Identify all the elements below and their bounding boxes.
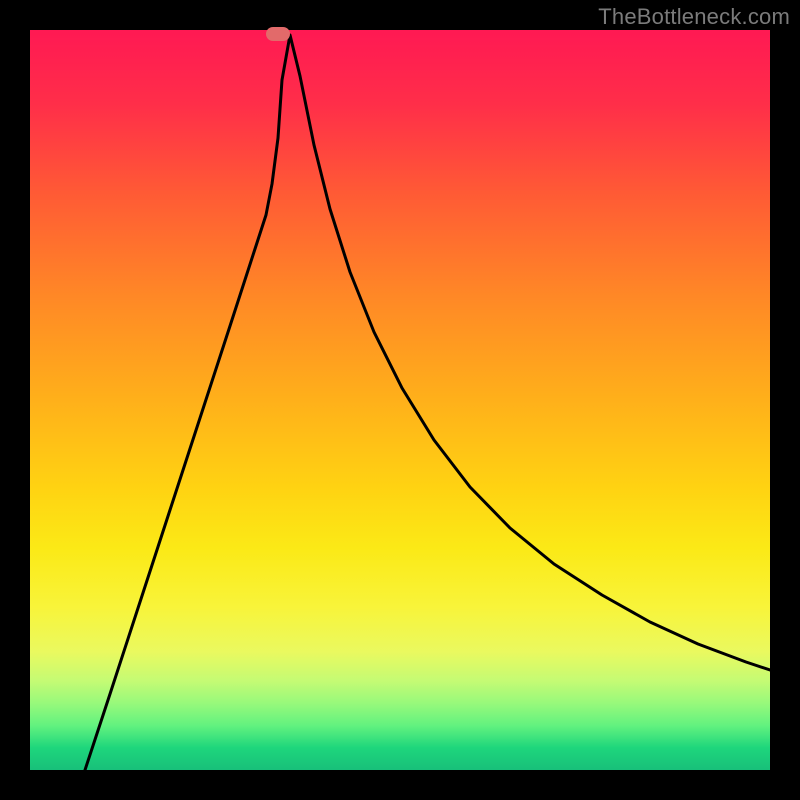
plot-area [30, 30, 770, 770]
chart-frame: TheBottleneck.com [0, 0, 800, 800]
minimum-marker [266, 27, 290, 41]
curve-svg [30, 30, 770, 770]
curve-path [85, 35, 770, 770]
watermark-text: TheBottleneck.com [598, 4, 790, 30]
